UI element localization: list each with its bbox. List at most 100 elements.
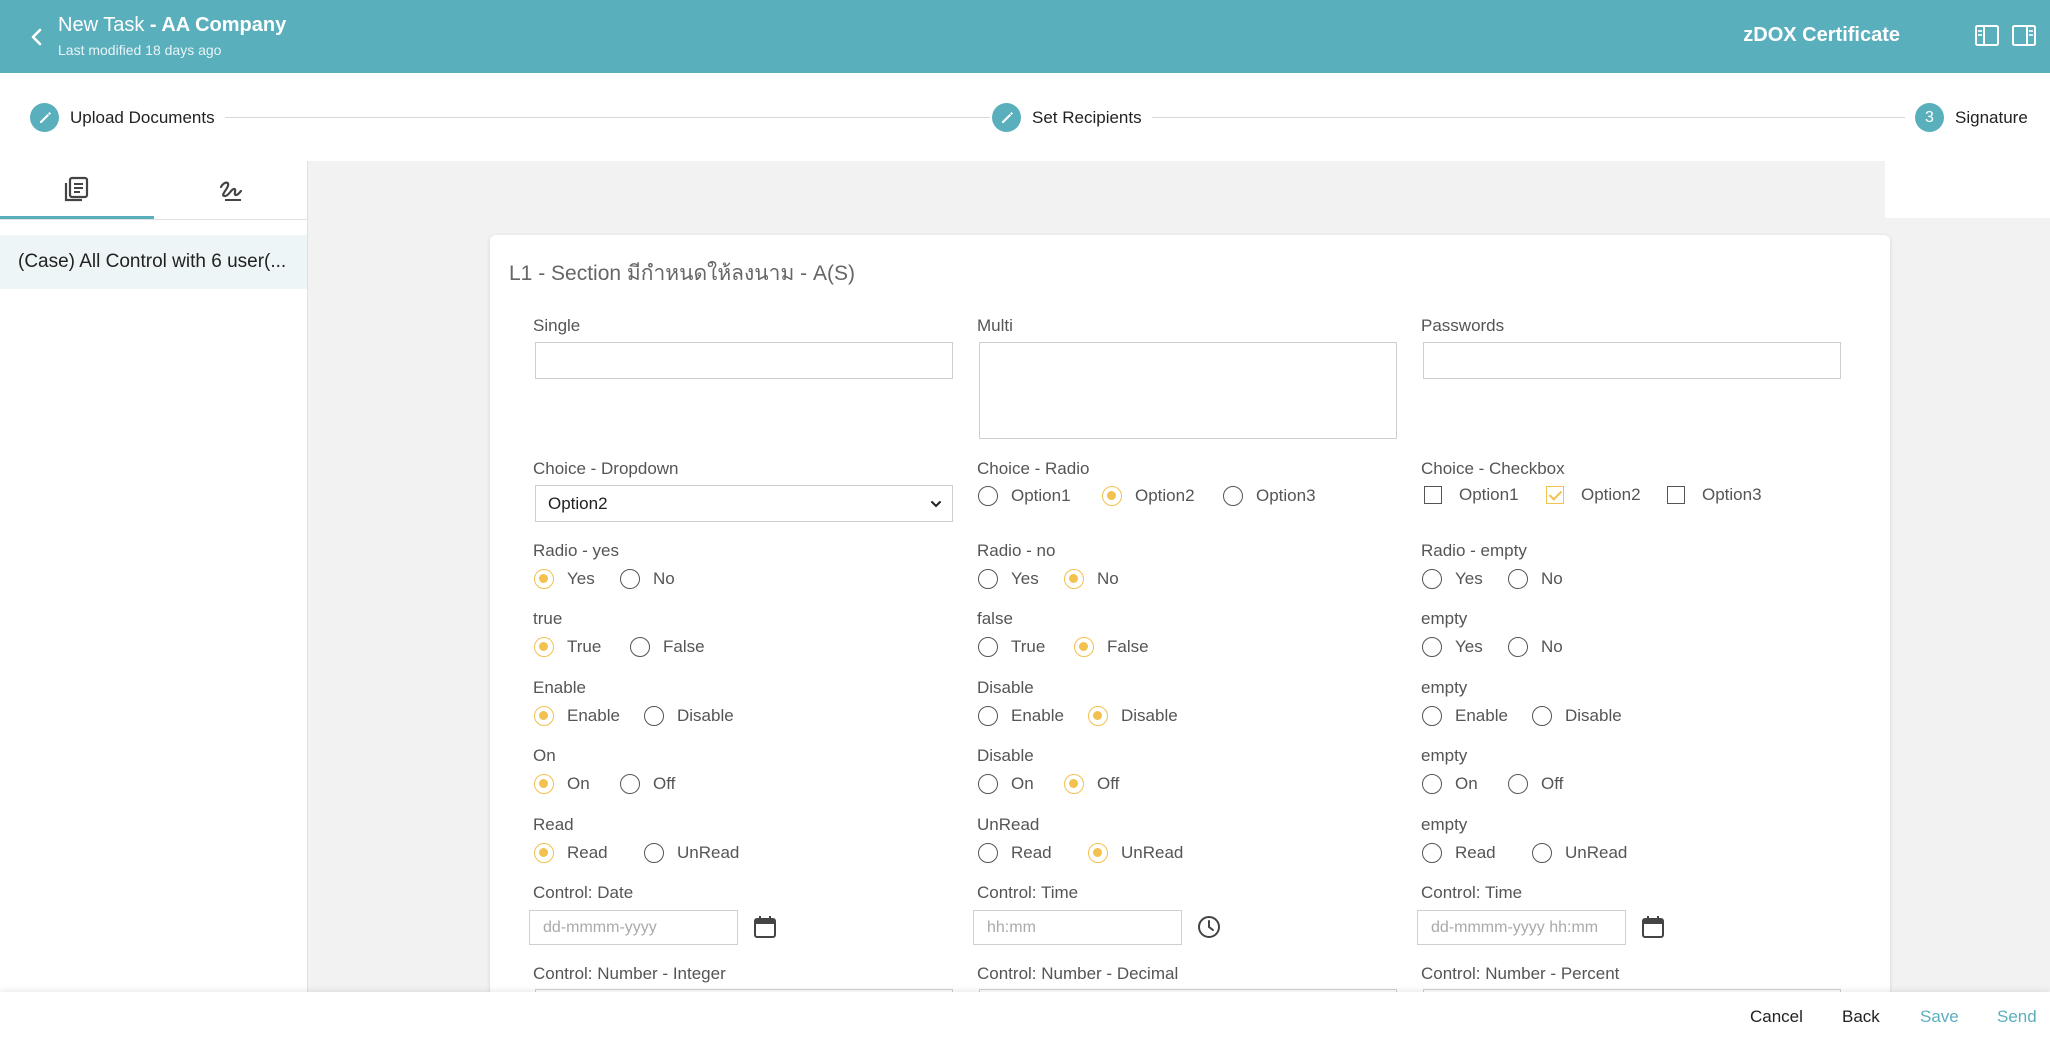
- send-button[interactable]: Send: [1997, 1007, 2037, 1027]
- signature-icon: [219, 181, 243, 201]
- last-modified: Last modified 18 days ago: [58, 42, 222, 58]
- calendar-icon[interactable]: [751, 913, 779, 941]
- choice-radio-option3[interactable]: Option3: [1223, 486, 1316, 506]
- choice-radio-option2[interactable]: Option2: [1102, 486, 1195, 506]
- radio-option-no[interactable]: No: [1508, 569, 1563, 589]
- dropdown-label: Choice - Dropdown: [533, 459, 679, 478]
- radio-group-label: true: [533, 609, 563, 628]
- radio-option-disable[interactable]: Disable: [1532, 706, 1622, 726]
- back-arrow-icon[interactable]: [22, 22, 52, 52]
- time-input[interactable]: hh:mm: [973, 910, 1182, 945]
- section-title: L1 - Section มีกำหนดให้ลงนาม - A(S): [509, 262, 855, 285]
- radio-button: [978, 637, 998, 657]
- radio-option-unread[interactable]: UnRead: [1088, 843, 1183, 863]
- step-signature[interactable]: 3 Signature: [1905, 103, 2038, 132]
- radio-button: [1422, 774, 1442, 794]
- radio-button: [978, 774, 998, 794]
- radio-group-label: Radio - no: [977, 541, 1056, 560]
- clock-icon[interactable]: [1195, 913, 1223, 941]
- back-button[interactable]: Back: [1842, 1007, 1880, 1027]
- document-list-item[interactable]: (Case) All Control with 6 user(...: [0, 235, 307, 289]
- radio-option-true[interactable]: True: [978, 637, 1045, 657]
- multi-textarea[interactable]: [979, 342, 1397, 439]
- radio-option-false[interactable]: False: [1074, 637, 1149, 657]
- time-label: Control: Time: [977, 883, 1079, 902]
- radio-group-label: Radio - yes: [533, 541, 619, 560]
- radio-option-yes[interactable]: Yes: [978, 569, 1039, 589]
- choice-radio-option1[interactable]: Option1: [978, 486, 1071, 506]
- radio-option-read[interactable]: Read: [1422, 843, 1496, 863]
- radio-option-yes[interactable]: Yes: [1422, 569, 1483, 589]
- passwords-input[interactable]: [1423, 342, 1841, 379]
- radio-option-no[interactable]: No: [1064, 569, 1119, 589]
- radio-option-disable[interactable]: Disable: [644, 706, 734, 726]
- save-button[interactable]: Save: [1920, 1007, 1959, 1027]
- radio-option-enable[interactable]: Enable: [534, 706, 620, 726]
- radio-option-unread[interactable]: UnRead: [644, 843, 739, 863]
- datetime-label: Control: Time: [1421, 883, 1523, 902]
- single-input[interactable]: [535, 342, 953, 379]
- radio-option-on[interactable]: On: [1422, 774, 1478, 794]
- radio-button-selected: [534, 843, 554, 863]
- radio-button-selected: [1088, 706, 1108, 726]
- checkbox: [1424, 486, 1442, 504]
- radio-option-no[interactable]: No: [1508, 637, 1563, 657]
- radio-group-label: empty: [1421, 746, 1468, 765]
- radio-option-on[interactable]: On: [978, 774, 1034, 794]
- date-label: Control: Date: [533, 883, 634, 902]
- left-panel-toggle-icon[interactable]: [1974, 24, 2000, 48]
- top-bar: New Task - AA Company Last modified 18 d…: [0, 0, 2050, 73]
- tab-signature[interactable]: [154, 161, 308, 219]
- task-title: New Task - AA Company: [58, 14, 287, 36]
- step-set-recipients[interactable]: Set Recipients: [990, 103, 1152, 132]
- choice-checkbox-option3[interactable]: Option3: [1667, 485, 1762, 505]
- radio-option-yes[interactable]: Yes: [1422, 637, 1483, 657]
- radio-button: [1422, 569, 1442, 589]
- radio-option-disable[interactable]: Disable: [1088, 706, 1178, 726]
- radio-option-no[interactable]: No: [620, 569, 675, 589]
- step-connector: [220, 117, 990, 118]
- workspace-background: [308, 161, 1885, 218]
- radio-option-off[interactable]: Off: [1508, 774, 1563, 794]
- radio-group-label: Radio - empty: [1421, 541, 1527, 560]
- cancel-button[interactable]: Cancel: [1750, 1007, 1803, 1027]
- calendar-icon[interactable]: [1639, 913, 1667, 941]
- radio-option-yes[interactable]: Yes: [534, 569, 595, 589]
- radio-option-true[interactable]: True: [534, 637, 601, 657]
- tab-divider: [0, 219, 308, 220]
- radio-button-selected: [534, 774, 554, 794]
- choice-checkbox-option2[interactable]: Option2: [1546, 485, 1641, 505]
- choice-checkbox-option1[interactable]: Option1: [1424, 485, 1519, 505]
- pencil-icon: [30, 103, 59, 132]
- choice-radio-label: Choice - Radio: [977, 459, 1090, 478]
- radio-button: [1508, 569, 1528, 589]
- radio-group-label: On: [533, 746, 556, 765]
- date-input[interactable]: dd-mmmm-yyyy: [529, 910, 738, 945]
- checkbox-checked: [1546, 486, 1564, 504]
- radio-button: [1508, 637, 1528, 657]
- radio-option-unread[interactable]: UnRead: [1532, 843, 1627, 863]
- radio-button: [630, 637, 650, 657]
- radio-button: [1422, 706, 1442, 726]
- sidebar: (Case) All Control with 6 user(...: [0, 161, 308, 992]
- choice-checkbox-label: Choice - Checkbox: [1421, 459, 1565, 478]
- radio-button: [620, 569, 640, 589]
- radio-option-read[interactable]: Read: [978, 843, 1052, 863]
- radio-option-read[interactable]: Read: [534, 843, 608, 863]
- choice-dropdown[interactable]: Option2: [535, 485, 953, 522]
- radio-option-enable[interactable]: Enable: [978, 706, 1064, 726]
- step-upload-documents[interactable]: Upload Documents: [30, 103, 225, 132]
- radio-option-enable[interactable]: Enable: [1422, 706, 1508, 726]
- number-integer-label: Control: Number - Integer: [533, 964, 726, 983]
- radio-option-false[interactable]: False: [630, 637, 705, 657]
- radio-option-off[interactable]: Off: [1064, 774, 1119, 794]
- right-panel-toggle-icon[interactable]: [2011, 24, 2037, 48]
- tab-documents[interactable]: [0, 161, 154, 219]
- datetime-input[interactable]: dd-mmmm-yyyy hh:mm: [1417, 910, 1626, 945]
- radio-option-off[interactable]: Off: [620, 774, 675, 794]
- radio-option-on[interactable]: On: [534, 774, 590, 794]
- radio-button-selected: [1074, 637, 1094, 657]
- number-decimal-label: Control: Number - Decimal: [977, 964, 1179, 983]
- radio-group-label: empty: [1421, 678, 1468, 697]
- radio-button-selected: [1064, 569, 1084, 589]
